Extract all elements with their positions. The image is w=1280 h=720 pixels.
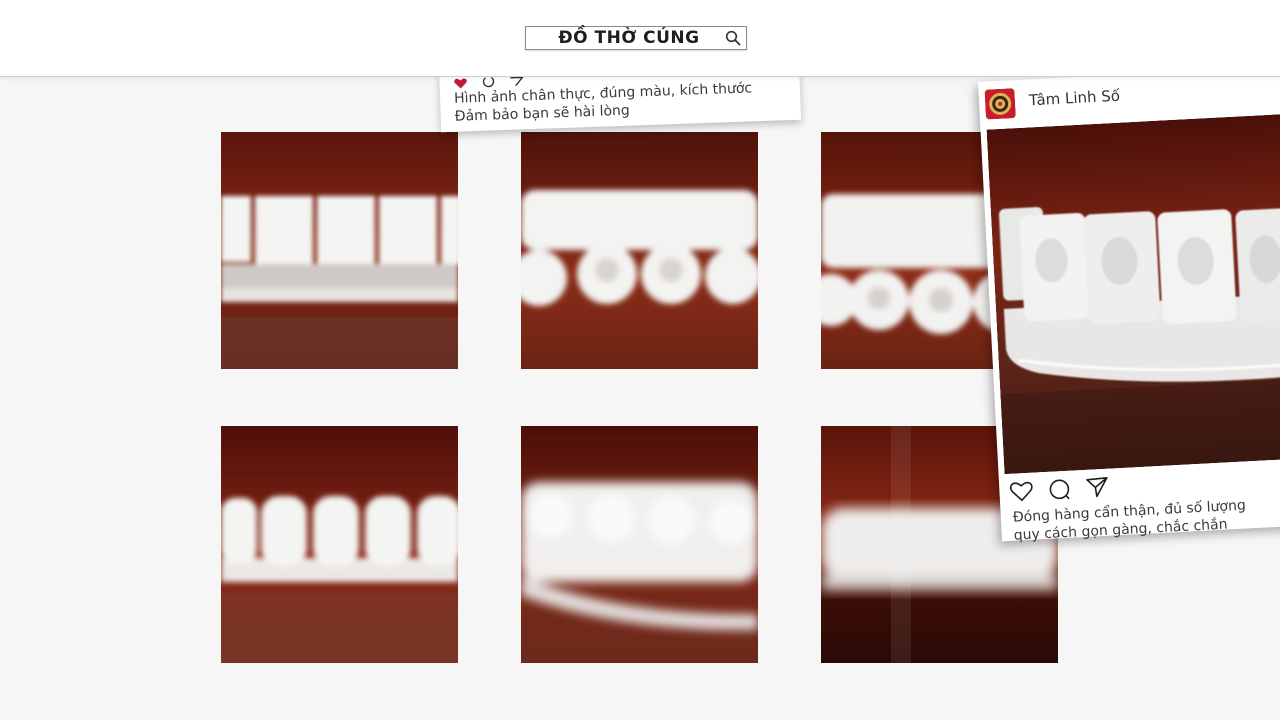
account-avatar[interactable] bbox=[984, 88, 1016, 120]
product-photo-5[interactable] bbox=[521, 426, 758, 663]
search-icon[interactable] bbox=[720, 26, 746, 50]
product-photo-2[interactable] bbox=[521, 132, 758, 369]
comment-icon[interactable] bbox=[1047, 478, 1072, 505]
top-bar: ĐỒ THỜ CÚNG bbox=[0, 0, 1280, 77]
post-photo[interactable] bbox=[986, 113, 1280, 475]
search-text: ĐỒ THỜ CÚNG bbox=[558, 28, 700, 48]
product-photo-4[interactable] bbox=[221, 426, 458, 663]
share-icon[interactable] bbox=[1085, 476, 1110, 503]
post-actions-right bbox=[1009, 476, 1110, 507]
search-input[interactable]: ĐỒ THỜ CÚNG bbox=[525, 26, 747, 50]
product-photo-1[interactable] bbox=[221, 132, 458, 369]
heart-icon[interactable] bbox=[1009, 480, 1034, 507]
account-name[interactable]: Tâm Linh Số bbox=[1029, 87, 1121, 110]
post-card-right: Tâm Linh Số Đóng hàng cẩn thận, đủ số lư… bbox=[978, 65, 1280, 544]
